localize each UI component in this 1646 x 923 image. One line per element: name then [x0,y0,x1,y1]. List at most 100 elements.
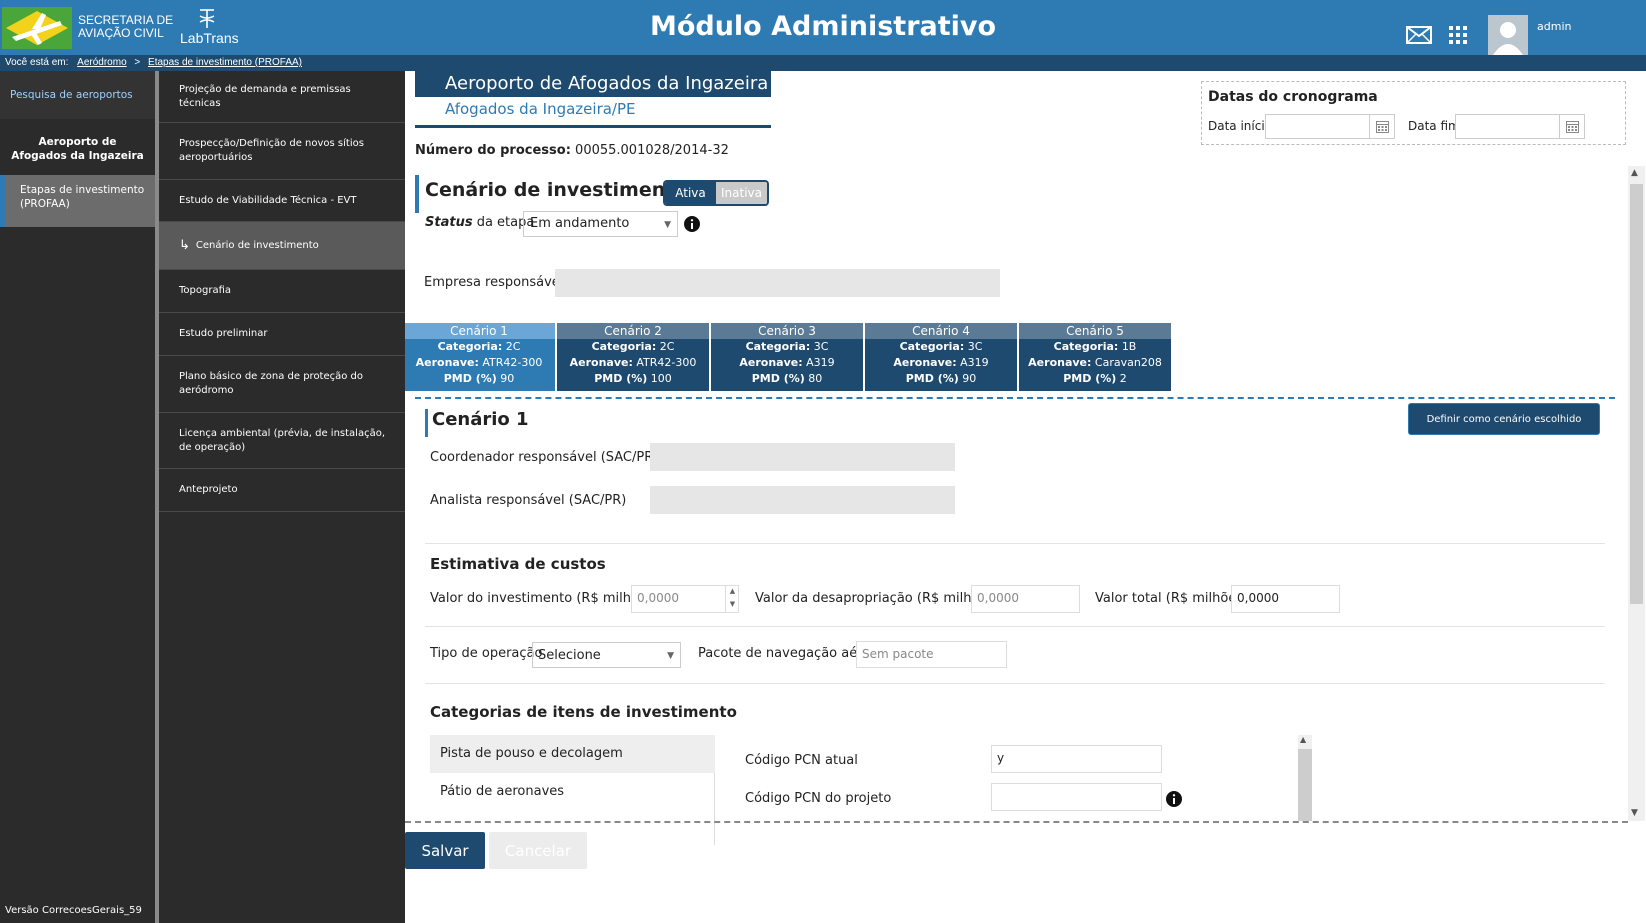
scenario-card-title: Cenário 1 [405,323,555,339]
step-label: Topografia [179,285,232,296]
scenario-card-title: Cenário 2 [557,323,709,339]
section-title: Cenário de investimento [425,179,688,201]
toggle-active-option[interactable]: Ativa [665,182,716,204]
investment-stepper[interactable]: ▲ ▼ [725,585,739,613]
divider [425,683,1605,684]
pmd-value: 90 [500,372,515,385]
category-item-runway[interactable]: Pista de pouso e decolagem [430,735,715,773]
pcn-project-label: Código PCN do projeto [745,791,892,806]
step-item-evt[interactable]: Estudo de Viabilidade Técnica - EVT [159,180,405,222]
category-list: Pista de pouso e decolagem Pátio de aero… [430,735,715,845]
info-icon[interactable] [1166,791,1182,807]
app-version: Versão CorrecoesGerais_59 [5,905,142,916]
category-label: Categoria: [745,340,811,353]
category-value: 3C [967,340,983,353]
pmd-value: 100 [650,372,672,385]
scenario-card-title: Cenário 4 [865,323,1017,339]
costs-title: Estimativa de custos [430,555,606,573]
company-field[interactable] [555,269,1000,297]
step-item-demand-projection[interactable]: Projeção de demanda e premissas técnicas [159,71,405,123]
analyst-field[interactable] [650,486,955,514]
scroll-up-arrow-icon[interactable]: ▲ [1300,735,1306,744]
schedule-title: Datas do cronograma [1208,89,1378,105]
total-value-input[interactable]: 0,0000 [1231,585,1340,613]
step-item-topography[interactable]: Topografia [159,270,405,313]
category-item-apron[interactable]: Pátio de aeronaves [430,773,715,811]
scenario-card-category: Categoria: 3C [865,339,1017,355]
scenario-card-category: Categoria: 2C [557,339,709,355]
sidebar-item-search-airports[interactable]: Pesquisa de aeroportos [0,71,155,119]
save-button[interactable]: Salvar [405,832,485,869]
sidebar-item-profaa[interactable]: Etapas de investimento (PROFAA) [0,175,155,227]
step-item-draft-project[interactable]: Anteprojeto [159,469,405,512]
aircraft-label: Aeronave: [739,356,803,369]
status-select[interactable]: Em andamento ▼ [523,211,678,237]
scenario-card-2[interactable]: Cenário 2 Categoria: 2C Aeronave: ATR42-… [557,323,709,391]
sidebar-item-airport[interactable]: Aeroporto de Afogados da Ingazeira [0,135,155,163]
scenario-card-4[interactable]: Cenário 4 Categoria: 3C Aeronave: A319 P… [865,323,1017,391]
breadcrumb-link-aerodromo[interactable]: Aeródromo [77,57,126,68]
info-icon[interactable] [684,216,700,232]
toggle-inactive-option[interactable]: Inativa [716,182,767,204]
start-date-label: Data início [1208,119,1273,133]
process-number-line: Número do processo: 00055.001028/2014-32 [415,143,729,158]
detail-title: Cenário 1 [432,409,529,430]
mail-icon[interactable] [1406,26,1432,44]
pcn-current-input[interactable]: y [991,745,1162,773]
category-panel-scrollbar-thumb[interactable] [1298,749,1312,821]
app-title: Módulo Administrativo [649,11,997,42]
investment-value-input[interactable]: 0,0000 [631,585,739,613]
nav-package-input[interactable]: Sem pacote [856,641,1007,668]
step-item-new-sites[interactable]: Prospecção/Definição de novos sítios aer… [159,123,405,180]
app-header: SECRETARIA DE AVIAÇÃO CIVIL LabTrans Mód… [0,0,1646,55]
operation-type-select[interactable]: Selecione ▼ [532,642,681,668]
detail-accent-bar [425,409,428,437]
step-item-preliminary-study[interactable]: Estudo preliminar [159,313,405,356]
avatar[interactable] [1488,15,1528,55]
pmd-value: 2 [1119,372,1127,385]
scenario-card-aircraft: Aeronave: A319 [711,355,863,371]
start-date-input[interactable] [1265,114,1370,139]
end-date-calendar-button[interactable] [1560,114,1585,139]
scenario-card-aircraft: Aeronave: A319 [865,355,1017,371]
step-item-investment-scenario[interactable]: ↳ Cenário de investimento [159,222,405,270]
pcn-project-input[interactable] [991,783,1162,811]
apps-grid-icon[interactable] [1449,26,1467,44]
category-label: Categoria: [899,340,965,353]
cancel-button[interactable]: Cancelar [489,832,587,869]
actions-divider [405,821,1628,823]
step-item-protection-zone[interactable]: Plano básico de zona de proteção do aeró… [159,356,405,413]
step-label: Estudo preliminar [179,328,268,339]
category-panel-scrollbar[interactable]: ▲ [1298,735,1312,821]
scenario-content: Cenário de investimento Ativa Inativa St… [405,165,1646,893]
end-date-input[interactable] [1455,114,1560,139]
company-label: Empresa responsável [424,275,564,290]
total-value-label: Valor total (R$ milhões) [1095,591,1249,606]
status-label-italic: Status [425,215,473,230]
step-item-environmental-license[interactable]: Licença ambiental (prévia, de instalação… [159,413,405,469]
scenario-card-5[interactable]: Cenário 5 Categoria: 1B Aeronave: Carava… [1019,323,1171,391]
main-content: Aeroporto de Afogados da Ingazeira Afoga… [405,71,1646,923]
scenario-card-category: Categoria: 2C [405,339,555,355]
divider [425,626,1605,627]
scenario-card-pmd: PMD (%) 90 [405,371,555,387]
process-number-value: 00055.001028/2014-32 [575,143,729,158]
operation-type-label: Tipo de operação [430,646,543,661]
status-select-value: Em andamento [530,216,630,231]
start-date-calendar-button[interactable] [1370,114,1395,139]
active-toggle[interactable]: Ativa Inativa [663,180,769,206]
step-label: Cenário de investimento [195,239,319,251]
aircraft-value: Caravan208 [1094,356,1162,369]
coordinator-field[interactable] [650,443,955,471]
scenario-card-aircraft: Aeronave: ATR42-300 [557,355,709,371]
expropriation-value-input[interactable]: 0,0000 [971,585,1080,613]
scenario-card-3[interactable]: Cenário 3 Categoria: 3C Aeronave: A319 P… [711,323,863,391]
username[interactable]: admin [1537,20,1571,33]
category-value: 2C [659,340,675,353]
step-label: Estudo de Viabilidade Técnica - EVT [179,194,357,206]
breadcrumb-link-profaa[interactable]: Etapas de investimento (PROFAA) [148,57,302,68]
scenario-card-title: Cenário 3 [711,323,863,339]
scenario-card-1[interactable]: Cenário 1 Categoria: 2C Aeronave: ATR42-… [405,323,555,391]
status-label: Status da etapa [425,215,534,230]
choose-scenario-button[interactable]: Definir como cenário escolhido [1408,403,1600,435]
